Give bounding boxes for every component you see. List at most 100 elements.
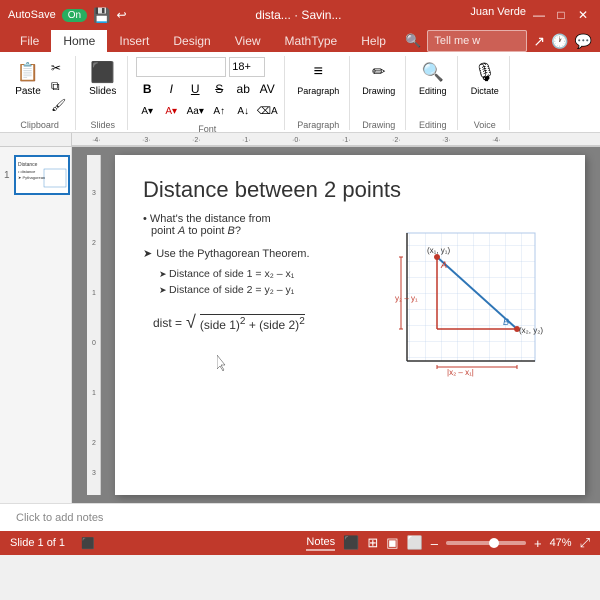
view-presenter-icon[interactable]: ⬜ — [407, 535, 423, 551]
comment-icon[interactable]: 💬 — [575, 33, 592, 50]
ribbon: File Home Insert Design View MathType He… — [0, 30, 600, 133]
drawing-top: ✏ Drawing — [358, 56, 399, 118]
svg-text:2: 2 — [92, 240, 96, 247]
font-size-input[interactable] — [229, 57, 265, 77]
slide-canvas[interactable]: Distance between 2 points What's the dis… — [115, 155, 585, 495]
zoom-out-icon[interactable]: – — [431, 536, 438, 551]
search-icon[interactable]: 🔍 — [405, 33, 421, 49]
paragraph-button[interactable]: ≡ Paragraph — [293, 56, 343, 98]
slides-label: Slides — [90, 118, 115, 130]
slide-thumbnail[interactable]: Distance • distance ➤ Pythagorean — [14, 155, 70, 195]
decrease-font-button[interactable]: A↓ — [232, 100, 254, 122]
voice-label: Voice — [474, 118, 496, 130]
tab-file[interactable]: File — [8, 30, 51, 52]
share-icon[interactable]: ↗ — [533, 33, 545, 50]
close-button[interactable]: ✕ — [574, 6, 592, 24]
zoom-slider[interactable] — [446, 541, 526, 545]
status-bar: Slide 1 of 1 ⬛ Notes ⬛ ⊞ ▣ ⬜ – + 47% ⤢ — [0, 531, 600, 555]
slides-top: ⬛ Slides — [85, 56, 121, 118]
svg-text:·3·: ·3· — [442, 137, 451, 144]
drawing-icon: ✏ — [365, 58, 393, 86]
tab-home[interactable]: Home — [51, 30, 107, 52]
format-painter-button[interactable]: 🖌 — [48, 97, 69, 113]
shadow-button[interactable]: ab — [232, 78, 254, 100]
tab-view[interactable]: View — [223, 30, 273, 52]
highlight-button[interactable]: A▾ — [136, 100, 158, 122]
vertical-ruler: 3 2 1 0 1 2 3 — [87, 155, 101, 495]
formula-area: dist = √ (side 1)2 + (side 2)2 — [143, 312, 361, 333]
status-right: Notes ⬛ ⊞ ▣ ⬜ – + 47% ⤢ — [306, 535, 590, 551]
svg-text:3: 3 — [92, 470, 96, 477]
ribbon-content: 📋 Paste ✂ ⧉ 🖌 Clipboard ⬛ Slides Slides — [0, 52, 600, 132]
ruler-row: ·4· ·3· ·2· ·1· ·0· ·1· ·2· ·3· ·4· — [0, 133, 600, 147]
undo-icon[interactable]: ↩ — [116, 8, 126, 22]
notes-placeholder[interactable]: Click to add notes — [0, 503, 600, 531]
notes-tab[interactable]: Notes — [306, 536, 335, 551]
slide-text-content: What's the distance from point A to poin… — [143, 213, 361, 416]
zoom-in-icon[interactable]: + — [534, 536, 542, 551]
font-name-input[interactable] — [136, 57, 226, 77]
maximize-button[interactable]: □ — [552, 6, 570, 24]
paragraph-group: ≡ Paragraph Paragraph — [287, 56, 350, 130]
increase-font-button[interactable]: A↑ — [208, 100, 230, 122]
dictate-button[interactable]: 🎙 Dictate — [467, 56, 503, 98]
editing-top: 🔍 Editing — [415, 56, 451, 118]
bold-button[interactable]: B — [136, 78, 158, 100]
minimize-button[interactable]: — — [530, 6, 548, 24]
user-name: Juan Verde — [470, 6, 526, 24]
paragraph-icon: ≡ — [304, 58, 332, 86]
clear-format-button[interactable]: ⌫A — [256, 100, 278, 122]
fit-slide-icon[interactable]: ⤢ — [580, 535, 590, 551]
font-case-button[interactable]: Aa▾ — [184, 100, 206, 122]
font-name-row — [136, 57, 278, 77]
slides-group: ⬛ Slides Slides — [78, 56, 128, 130]
save-icon[interactable]: 💾 — [93, 7, 110, 24]
svg-text:y₂ – y₁: y₂ – y₁ — [395, 294, 418, 303]
tab-insert[interactable]: Insert — [107, 30, 161, 52]
underline-button[interactable]: U — [184, 78, 206, 100]
workspace: 1 Distance • distance ➤ Pythagorean — [0, 147, 600, 503]
svg-text:·3·: ·3· — [142, 137, 151, 144]
point-b: B — [227, 225, 234, 237]
copy-button[interactable]: ⧉ — [48, 78, 69, 95]
slide-title: Distance between 2 points — [115, 155, 585, 213]
title-bar-left: AutoSave On 💾 ↩ — [8, 7, 127, 24]
clipboard-label: Clipboard — [20, 118, 59, 130]
cut-button[interactable]: ✂ — [48, 60, 69, 76]
char-spacing-button[interactable]: AV — [256, 78, 278, 100]
dictate-icon: 🎙 — [471, 58, 499, 86]
mouse-cursor — [217, 355, 229, 371]
view-slide-sorter-icon[interactable]: ⊞ — [367, 535, 378, 551]
canvas-area[interactable]: 3 2 1 0 1 2 3 Distance between 2 points — [72, 147, 600, 503]
svg-text:·4·: ·4· — [92, 137, 101, 144]
strikethrough-button[interactable]: S — [208, 78, 230, 100]
paragraph-top: ≡ Paragraph — [293, 56, 343, 118]
svg-text:• distance: • distance — [18, 169, 36, 174]
search-input[interactable]: Tell me w — [427, 30, 527, 52]
editing-button[interactable]: 🔍 Editing — [415, 56, 451, 98]
tab-help[interactable]: Help — [349, 30, 398, 52]
graph-area: (x₁, y₁) (x₂, y₂) A B y₂ – y₁ |x₂ – x₁| — [377, 213, 557, 416]
new-slide-button[interactable]: ⬛ Slides — [85, 56, 121, 99]
color-row: A▾ A▾ Aa▾ A↑ A↓ ⌫A — [136, 100, 278, 122]
svg-text:·2·: ·2· — [392, 137, 401, 144]
autosave-toggle[interactable]: On — [62, 9, 87, 22]
slide-body: What's the distance from point A to poin… — [115, 213, 585, 416]
side1-bullet: Distance of side 1 = x₂ – x₁ — [159, 268, 361, 280]
tab-mathtype[interactable]: MathType — [273, 30, 350, 52]
zoom-level[interactable]: 47% — [550, 537, 572, 549]
copy-icon: ⧉ — [51, 79, 60, 94]
font-color-button[interactable]: A▾ — [160, 100, 182, 122]
drawing-button[interactable]: ✏ Drawing — [358, 56, 399, 98]
svg-text:·1·: ·1· — [242, 137, 251, 144]
autosave-label: AutoSave — [8, 9, 56, 21]
ruler-corner — [0, 133, 72, 147]
italic-button[interactable]: I — [160, 78, 182, 100]
editing-icon: 🔍 — [419, 58, 447, 86]
view-normal-icon[interactable]: ⬛ — [343, 535, 359, 551]
paste-button[interactable]: 📋 Paste — [10, 56, 46, 99]
tab-design[interactable]: Design — [161, 30, 222, 52]
svg-text:2: 2 — [92, 440, 96, 447]
view-reading-icon[interactable]: ▣ — [386, 535, 398, 551]
history-icon[interactable]: 🕐 — [551, 33, 568, 50]
